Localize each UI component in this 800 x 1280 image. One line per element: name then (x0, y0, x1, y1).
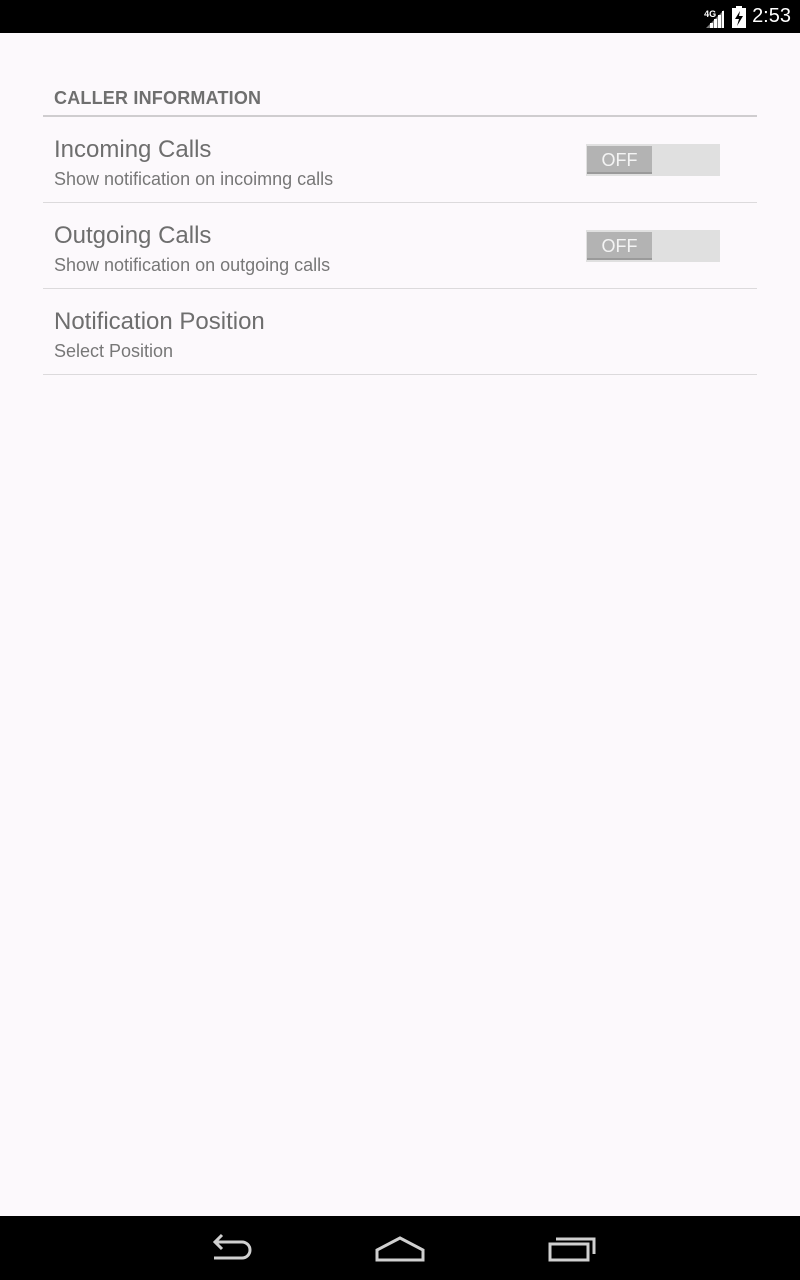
navigation-bar (0, 1216, 800, 1280)
outgoing-calls-toggle[interactable]: OFF (586, 230, 720, 262)
battery-charging-icon (732, 5, 747, 28)
pref-outgoing-calls[interactable]: Outgoing Calls Show notification on outg… (43, 203, 757, 289)
home-icon[interactable] (370, 1230, 430, 1266)
pref-title: Incoming Calls (54, 136, 212, 163)
pref-title: Notification Position (54, 308, 265, 335)
signal-icon: 4G (704, 6, 726, 28)
pref-summary: Select Position (54, 341, 174, 361)
pref-notification-position[interactable]: Notification Position Select Position (43, 289, 757, 375)
status-bar: 4G 2:53 (0, 0, 800, 33)
toggle-thumb: OFF (587, 146, 652, 174)
clock: 2:53 (752, 5, 791, 27)
back-icon[interactable] (200, 1230, 260, 1266)
recent-apps-icon[interactable] (542, 1230, 602, 1266)
section-header-label: CALLER INFORMATION (54, 88, 262, 108)
incoming-calls-toggle[interactable]: OFF (586, 144, 720, 176)
section-header: CALLER INFORMATION (43, 33, 757, 117)
pref-summary: Show notification on incoimng calls (54, 169, 334, 189)
settings-content: CALLER INFORMATION Incoming Calls Show n… (43, 33, 757, 375)
pref-summary: Show notification on outgoing calls (54, 255, 331, 275)
status-icons: 4G 2:53 (704, 0, 791, 33)
pref-incoming-calls[interactable]: Incoming Calls Show notification on inco… (43, 117, 757, 203)
toggle-thumb: OFF (587, 232, 652, 260)
pref-title: Outgoing Calls (54, 222, 212, 249)
